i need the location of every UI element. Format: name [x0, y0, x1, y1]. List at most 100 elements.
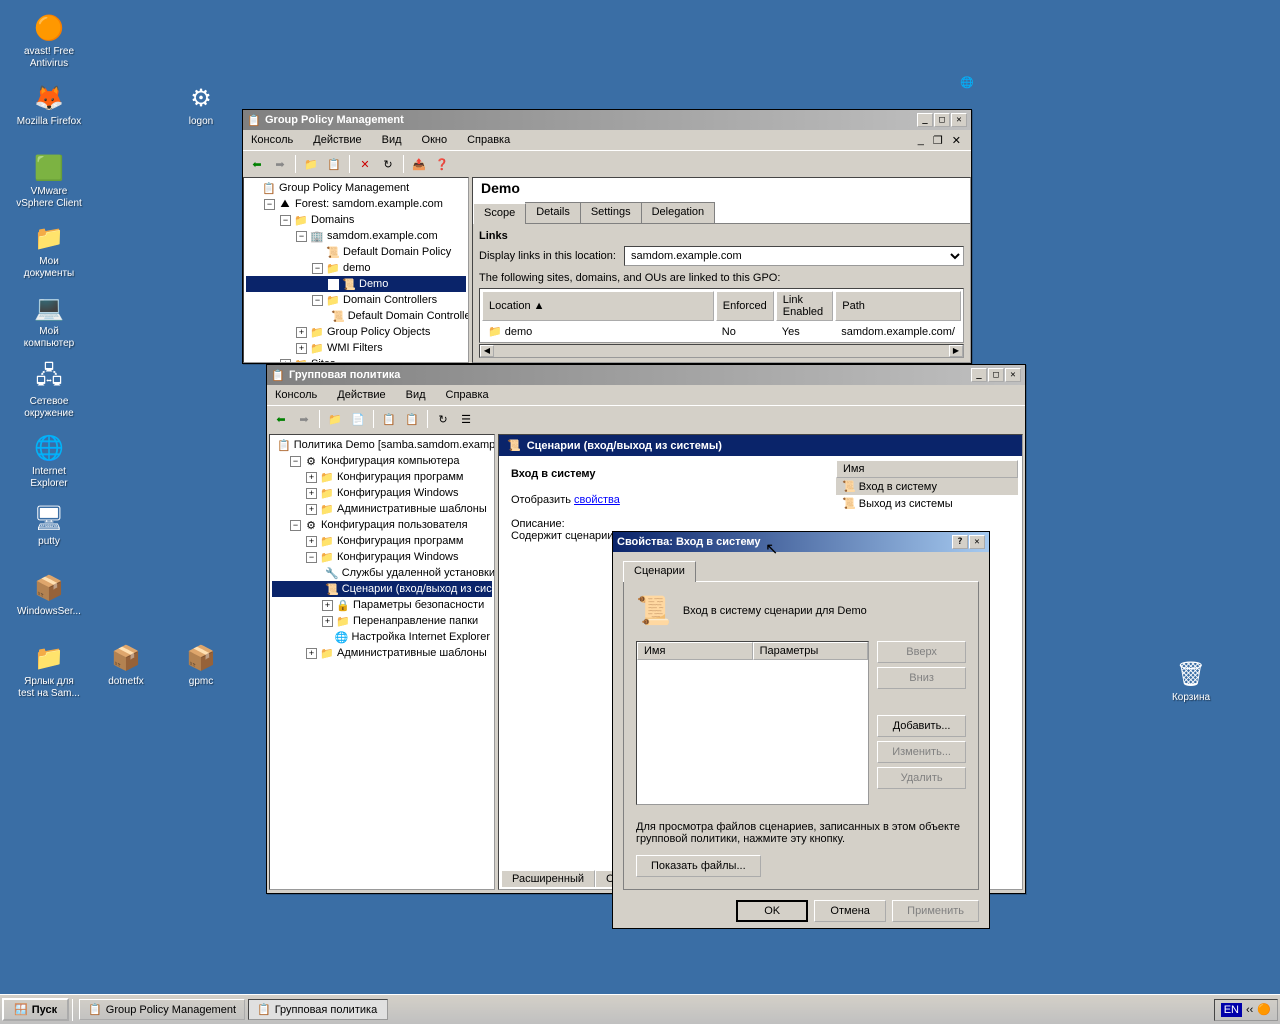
col-link-enabled[interactable]: Link Enabled [776, 291, 833, 321]
expand-icon[interactable]: + [306, 472, 317, 483]
tab-details[interactable]: Details [525, 202, 581, 223]
expand-icon[interactable]: − [312, 263, 323, 274]
tree-item[interactable]: 📜Default Domain Policy [246, 244, 466, 260]
expand-icon[interactable]: + [296, 343, 307, 354]
menu-action[interactable]: Действие [333, 387, 389, 403]
scrollbar-right[interactable]: ▶ [949, 345, 963, 357]
tree-item[interactable]: 📋Политика Demo [samba.samdom.example. [272, 437, 492, 453]
lang-indicator[interactable]: EN [1221, 1003, 1242, 1017]
tree-item[interactable]: −📁Domains [246, 212, 466, 228]
tree-item[interactable]: 🔧Службы удаленной установки [272, 565, 492, 581]
table-row[interactable]: 📁 demo No Yes samdom.example.com/ [482, 323, 961, 340]
tree-item[interactable]: +🔒Параметры безопасности [272, 597, 492, 613]
maximize-button[interactable]: □ [988, 368, 1004, 382]
systray[interactable]: EN ‹‹ 🟠 [1214, 999, 1278, 1021]
delete-button[interactable]: Удалить [877, 767, 966, 789]
desktop-icon[interactable]: 🖥putty [14, 502, 84, 548]
expand-icon[interactable]: + [322, 616, 333, 627]
desktop-icon[interactable]: 📁Ярлык дляtest на Sam... [14, 642, 84, 700]
delete-icon[interactable]: ✕ [355, 154, 375, 174]
menu-view[interactable]: Вид [402, 387, 430, 403]
desktop-icon[interactable]: 📦dotnetfx [91, 642, 161, 688]
col-params[interactable]: Параметры [753, 642, 869, 660]
help-button[interactable]: ? [952, 535, 968, 549]
tab-extended[interactable]: Расширенный [501, 870, 595, 887]
export-icon[interactable]: 📤 [409, 154, 429, 174]
menu-help[interactable]: Справка [442, 387, 493, 403]
expand-icon[interactable]: − [280, 215, 291, 226]
expand-icon[interactable]: − [264, 199, 275, 210]
refresh-icon[interactable]: ↻ [433, 409, 453, 429]
desktop-icon[interactable]: 🗑Корзина [1156, 658, 1226, 704]
expand-icon[interactable]: + [306, 504, 317, 515]
list-icon[interactable]: ☰ [456, 409, 476, 429]
expand-icon[interactable]: − [296, 231, 307, 242]
tree-item[interactable]: +📁Sites [246, 356, 466, 363]
tab-settings[interactable]: Settings [580, 202, 642, 223]
dialog-titlebar[interactable]: Свойства: Вход в систему ? ✕ [613, 532, 989, 552]
col-enforced[interactable]: Enforced [716, 291, 774, 321]
new-icon[interactable]: 📄 [348, 409, 368, 429]
mdi-minimize[interactable]: _ [914, 132, 928, 149]
tree-item[interactable]: −📁Domain Controllers [246, 292, 466, 308]
col-location[interactable]: Location ▲ [482, 291, 714, 321]
gpedit-tree[interactable]: 📋Политика Demo [samba.samdom.example.−⚙К… [269, 434, 495, 890]
down-button[interactable]: Вниз [877, 667, 966, 689]
tab-scope[interactable]: Scope [473, 203, 526, 224]
tray-icon[interactable]: ‹‹ [1246, 1004, 1253, 1016]
expand-icon[interactable]: − [290, 520, 301, 531]
list-item[interactable]: 📜 Выход из системы [836, 495, 1018, 512]
tree-item[interactable]: −📁Конфигурация Windows [272, 549, 492, 565]
up-folder-icon[interactable]: 📁 [301, 154, 321, 174]
menu-console[interactable]: Консоль [271, 387, 321, 403]
menu-window[interactable]: Окно [418, 132, 452, 148]
ok-button[interactable]: OK [736, 900, 808, 922]
forward-icon[interactable]: ➡ [294, 409, 314, 429]
tree-item[interactable]: +📁Конфигурация программ [272, 533, 492, 549]
close-button[interactable]: ✕ [951, 113, 967, 127]
desktop-icon[interactable]: 🟩VMwarevSphere Client [14, 152, 84, 210]
expand-icon[interactable]: + [306, 648, 317, 659]
expand-icon[interactable]: + [296, 327, 307, 338]
menu-console[interactable]: Консоль [247, 132, 297, 148]
close-button[interactable]: ✕ [969, 535, 985, 549]
col-name[interactable]: Имя [836, 460, 1018, 478]
apply-button[interactable]: Применить [892, 900, 979, 922]
properties-link[interactable]: свойства [574, 494, 620, 506]
expand-icon[interactable]: − [306, 552, 317, 563]
tree-item[interactable]: +📁Административные шаблоны [272, 501, 492, 517]
desktop-icon[interactable]: 💻Мойкомпьютер [14, 292, 84, 350]
desktop-icon[interactable]: 📦WindowsSer... [14, 572, 84, 618]
task-gpedit[interactable]: 📋 Групповая политика [248, 999, 388, 1020]
desktop-icon[interactable]: 🦊Mozilla Firefox [14, 82, 84, 128]
tree-item[interactable]: 📜Сценарии (вход/выход из сис [272, 581, 492, 597]
tree-item[interactable]: 🌐Настройка Internet Explorer [272, 629, 492, 645]
menu-view[interactable]: Вид [378, 132, 406, 148]
mdi-restore[interactable]: ❐ [929, 132, 947, 149]
forward-icon[interactable]: ➡ [270, 154, 290, 174]
location-dropdown[interactable]: samdom.example.com [624, 246, 964, 266]
menu-action[interactable]: Действие [309, 132, 365, 148]
tree-item[interactable]: −🏢samdom.example.com [246, 228, 466, 244]
desktop-icon[interactable]: 📦gpmc [166, 642, 236, 688]
close-button[interactable]: ✕ [1005, 368, 1021, 382]
desktop-icon[interactable]: 📁Моидокументы [14, 222, 84, 280]
tree-item[interactable]: 📜Demo [246, 276, 466, 292]
tree-item[interactable]: +📁Group Policy Objects [246, 324, 466, 340]
links-table[interactable]: Location ▲ Enforced Link Enabled Path 📁 … [479, 288, 964, 343]
start-button[interactable]: 🪟 Пуск [2, 998, 69, 1021]
copy-icon[interactable]: 📋 [379, 409, 399, 429]
tree-item[interactable]: +📁Административные шаблоны [272, 645, 492, 661]
tree-item[interactable]: +📁Конфигурация программ [272, 469, 492, 485]
back-icon[interactable]: ⬅ [247, 154, 267, 174]
desktop-icon[interactable]: 🌐InternetExplorer [14, 432, 84, 490]
tree-item[interactable]: +📁Конфигурация Windows [272, 485, 492, 501]
menu-help[interactable]: Справка [463, 132, 514, 148]
up-button[interactable]: Вверх [877, 641, 966, 663]
help-icon[interactable]: ❓ [432, 154, 452, 174]
expand-icon[interactable]: − [290, 456, 301, 467]
expand-icon[interactable]: + [306, 488, 317, 499]
tree-item[interactable]: 📜Default Domain Controlle [246, 308, 466, 324]
show-files-button[interactable]: Показать файлы... [636, 855, 761, 877]
edit-button[interactable]: Изменить... [877, 741, 966, 763]
